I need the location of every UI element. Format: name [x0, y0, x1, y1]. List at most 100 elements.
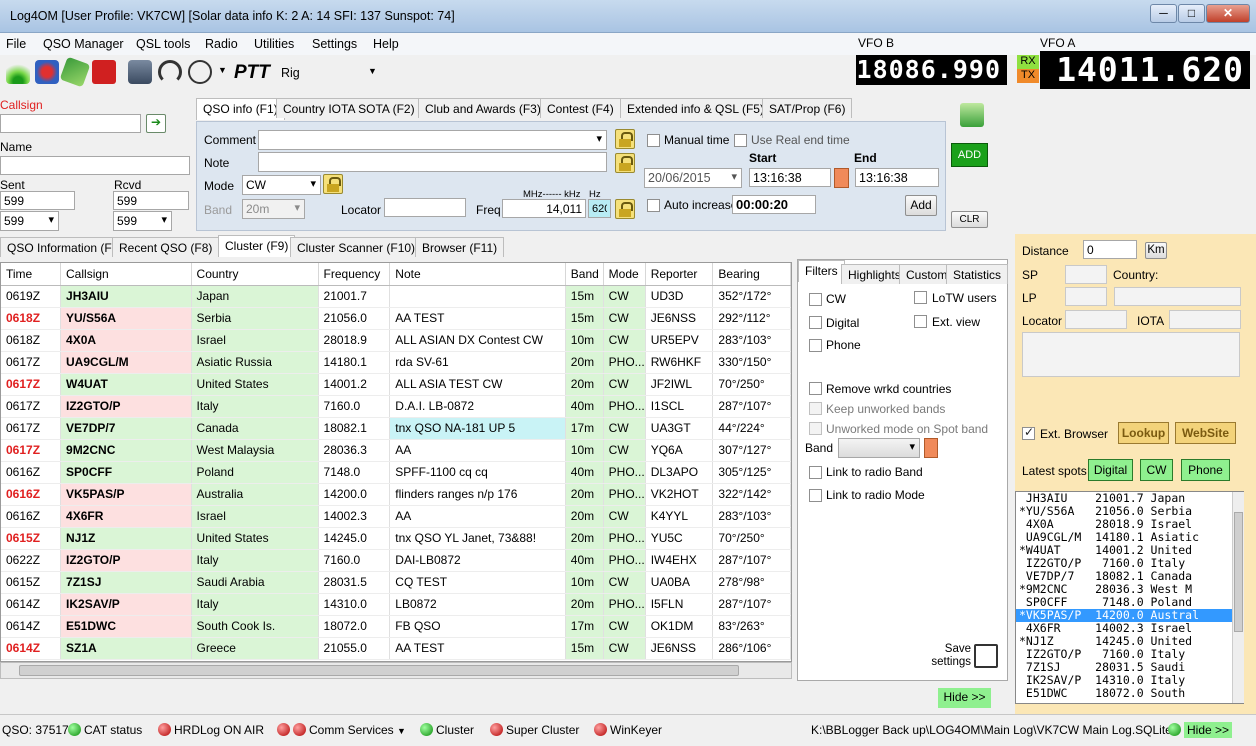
lookup-button[interactable]: Lookup: [1118, 422, 1169, 444]
column-header-frequency[interactable]: Frequency: [318, 263, 391, 286]
band-select[interactable]: 20m: [242, 199, 305, 219]
table-row[interactable]: 0618Z YU/S56A Serbia 21056.0 AA TEST 15m CW JE6…: [1, 307, 791, 330]
note-input[interactable]: [258, 152, 607, 172]
menu-settings[interactable]: Settings: [312, 37, 357, 51]
spots-digital-button[interactable]: Digital: [1088, 459, 1133, 481]
spots-scrollbar-thumb[interactable]: [1234, 512, 1243, 632]
table-row[interactable]: 0614Z E51DWC South Cook Is. 18072.0 FB QSO 17…: [1, 615, 791, 638]
band-color-button[interactable]: [924, 438, 938, 458]
locator-input[interactable]: [384, 198, 466, 217]
ptt-label[interactable]: PTT: [234, 62, 270, 84]
sent-rst-input[interactable]: [0, 191, 75, 210]
spot-item[interactable]: E51DWC 18072.0 South: [1016, 687, 1243, 700]
tab-club-awards[interactable]: Club and Awards (F3): [418, 98, 548, 118]
date-picker[interactable]: 20/06/2015: [644, 168, 742, 188]
hide-filters-button[interactable]: Hide >>: [938, 688, 991, 708]
mailbox-icon[interactable]: [92, 60, 116, 84]
name-input[interactable]: [0, 156, 190, 175]
distance-input[interactable]: [1083, 240, 1137, 259]
tab-country-iota-sota[interactable]: Country IOTA SOTA (F2): [276, 98, 422, 118]
menu-utilities[interactable]: Utilities: [254, 37, 294, 51]
table-row[interactable]: 0617Z W4UAT United States 14001.2 ALL ASIA T…: [1, 373, 791, 396]
tab-qso-information[interactable]: QSO Information (F7): [0, 237, 130, 257]
save-settings-icon[interactable]: [974, 644, 998, 668]
auto-increase-checkbox[interactable]: [647, 199, 660, 212]
comment-lock-icon[interactable]: [615, 129, 635, 149]
tab-extended-info-qsl[interactable]: Extended info & QSL (F5): [620, 98, 771, 118]
qsl-cards-icon[interactable]: [59, 56, 91, 88]
remove-wrkd-checkbox[interactable]: [809, 382, 822, 395]
hide-status[interactable]: Hide >>: [1168, 722, 1233, 738]
table-row[interactable]: 0622Z IZ2GTO/P Italy 7160.0 DAI-LB0872 40m PHO…: [1, 549, 791, 572]
super-cluster-status[interactable]: Super Cluster: [490, 723, 579, 737]
band-filter-select[interactable]: [838, 438, 920, 458]
table-row[interactable]: 0614Z IK2SAV/P Italy 14310.0 LB0872 20m PHO...…: [1, 593, 791, 616]
minimize-button[interactable]: ─: [1150, 4, 1177, 23]
comm-services-status[interactable]: Comm Services ▼: [277, 723, 406, 737]
spots-phone-button[interactable]: Phone: [1181, 459, 1230, 481]
save-qso-icon[interactable]: [960, 103, 984, 127]
use-real-end-checkbox[interactable]: [734, 134, 747, 147]
tab-browser[interactable]: Browser (F11): [415, 237, 505, 257]
comment-input[interactable]: [258, 130, 607, 150]
column-header-country[interactable]: Country: [191, 263, 319, 286]
column-header-callsign[interactable]: Callsign: [60, 263, 192, 286]
menu-file[interactable]: File: [6, 37, 26, 51]
hide-status-button[interactable]: Hide >>: [1184, 722, 1233, 738]
latest-spots-list[interactable]: JH3AIU 21001.7 Japan *YU/S56A 21056.0 Ser…: [1015, 491, 1244, 704]
table-row[interactable]: 0617Z IZ2GTO/P Italy 7160.0 D.A.I. LB-0872 40…: [1, 395, 791, 418]
cluster-status[interactable]: Cluster: [420, 723, 474, 737]
filter-digital-checkbox[interactable]: [809, 316, 822, 329]
menu-help[interactable]: Help: [373, 37, 399, 51]
unworked-mode-checkbox[interactable]: [809, 422, 822, 435]
tab-statistics[interactable]: Statistics: [946, 264, 1009, 284]
rig-dropdown-icon[interactable]: ▼: [368, 66, 377, 76]
callsign-input[interactable]: [0, 114, 141, 133]
globe-icon[interactable]: [35, 60, 59, 84]
lookup-arrow-button[interactable]: ➔: [146, 114, 166, 133]
tab-recent-qso[interactable]: Recent QSO (F8): [112, 237, 220, 257]
close-button[interactable]: ✕: [1206, 4, 1250, 23]
table-row[interactable]: 0616Z VK5PAS/P Australia 14200.0 flinders ra…: [1, 483, 791, 506]
menu-qso-manager[interactable]: QSO Manager: [43, 37, 124, 51]
rcvd-rst-select[interactable]: 599: [113, 211, 172, 231]
clear-button[interactable]: CLR: [951, 211, 988, 228]
freq-input[interactable]: [502, 199, 586, 218]
menu-radio[interactable]: Radio: [205, 37, 238, 51]
ext-browser-checkbox[interactable]: [1022, 425, 1035, 440]
manual-time-checkbox[interactable]: [647, 134, 660, 147]
keep-unworked-checkbox[interactable]: [809, 402, 822, 415]
column-header-mode[interactable]: Mode: [603, 263, 646, 286]
tab-contest[interactable]: Contest (F4): [540, 98, 621, 118]
winkeyer-status[interactable]: WinKeyer: [594, 723, 662, 737]
horizontal-scrollbar[interactable]: [0, 662, 792, 679]
table-row[interactable]: 0614Z SZ1A Greece 21055.0 AA TEST 15m CW JE6NSS…: [1, 637, 791, 660]
website-button[interactable]: WebSite: [1175, 422, 1236, 444]
headset-icon[interactable]: [158, 60, 182, 84]
table-row[interactable]: 0619Z JH3AIU Japan 21001.7 15m CW UD3D 352°/172…: [1, 285, 791, 308]
end-time-input[interactable]: [855, 168, 939, 187]
filter-cw-checkbox[interactable]: [809, 293, 822, 306]
hz-input[interactable]: [588, 199, 611, 218]
column-header-bearing[interactable]: Bearing: [712, 263, 791, 286]
rcvd-rst-input[interactable]: [113, 191, 189, 210]
tab-qso-info[interactable]: QSO info (F1): [196, 98, 285, 120]
spots-cw-button[interactable]: CW: [1140, 459, 1173, 481]
wifi-icon[interactable]: [6, 60, 30, 84]
sent-rst-select[interactable]: 599: [0, 211, 59, 231]
ext-view-checkbox[interactable]: [914, 315, 927, 328]
scrollbar-thumb[interactable]: [19, 665, 739, 676]
table-row[interactable]: 0617Z 9M2CNC West Malaysia 28036.3 AA 10m CW YQ…: [1, 439, 791, 462]
spots-scrollbar[interactable]: [1232, 492, 1244, 703]
note-lock-icon[interactable]: [615, 153, 635, 173]
mode-lock-icon[interactable]: [323, 174, 343, 194]
column-header-time[interactable]: Time: [1, 263, 62, 286]
filter-phone-checkbox[interactable]: [809, 339, 822, 352]
table-row[interactable]: 0616Z SP0CFF Poland 7148.0 SPFF-1100 cq cq 40…: [1, 461, 791, 484]
column-header-reporter[interactable]: Reporter: [645, 263, 714, 286]
tab-sat-prop[interactable]: SAT/Prop (F6): [762, 98, 853, 118]
add-qso-button[interactable]: ADD: [951, 143, 988, 167]
lotw-users-checkbox[interactable]: [914, 291, 927, 304]
table-row[interactable]: 0616Z 4X6FR Israel 14002.3 AA 20m CW K4YYL 283°/…: [1, 505, 791, 528]
tab-filters[interactable]: Filters: [798, 260, 845, 282]
